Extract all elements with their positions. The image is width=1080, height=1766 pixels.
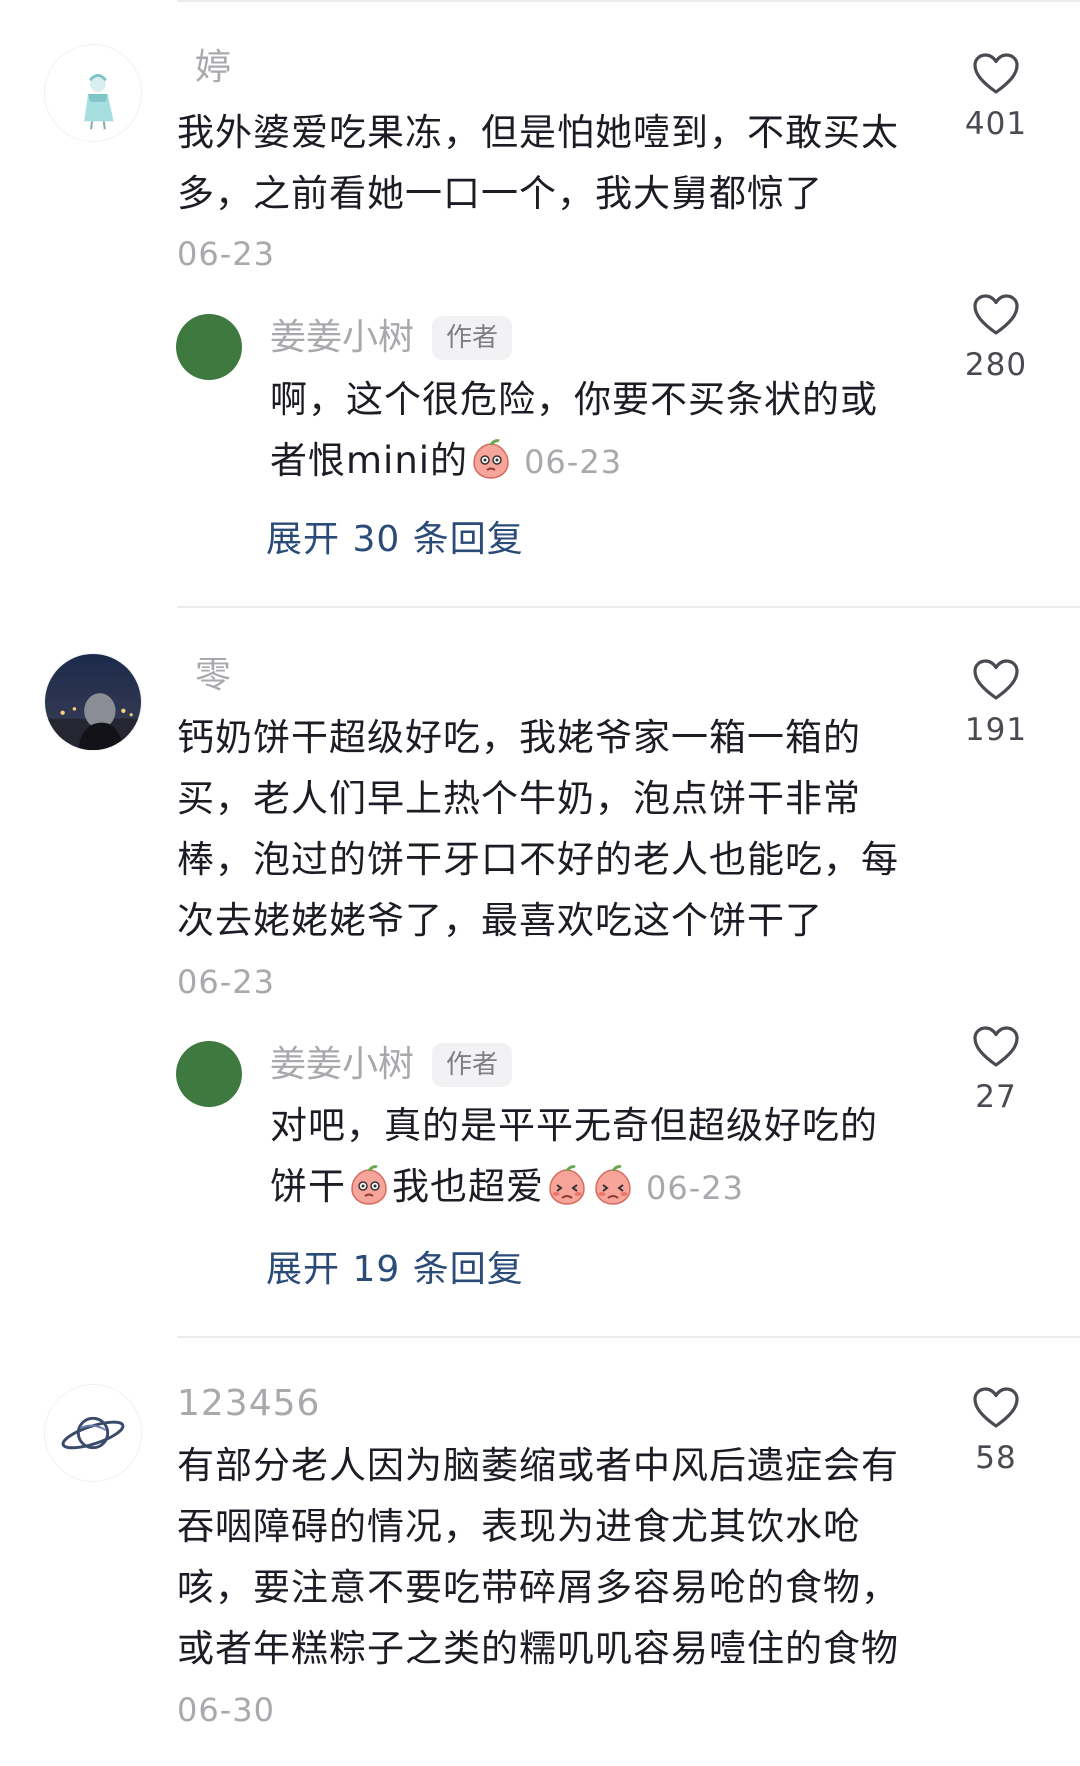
peach-thinking-emoji-icon: [347, 1164, 391, 1208]
peach-shy-emoji-icon: [591, 1164, 635, 1208]
author-badge: 作者: [432, 1043, 513, 1087]
expand-replies-link[interactable]: 展开 19 条回复: [266, 1248, 524, 1292]
reply-text-fragment: 饼干: [270, 1165, 346, 1208]
like-count: 401: [964, 106, 1028, 142]
reply-username[interactable]: 姜姜小树: [270, 316, 414, 360]
night-photo-avatar-icon: [45, 654, 141, 750]
reply-date: 06-23: [524, 443, 623, 481]
peach-shy-emoji-icon: [545, 1164, 589, 1208]
heart-icon: [973, 1387, 1019, 1428]
comment-username[interactable]: 零: [195, 654, 231, 698]
author-badge: 作者: [432, 316, 513, 360]
comment-date: 06-30: [177, 1691, 275, 1729]
expand-replies-link[interactable]: 展开 30 条回复: [266, 518, 524, 562]
comment-username[interactable]: 123456: [177, 1382, 320, 1426]
reply-text-fragment: 者恨mini的: [270, 439, 469, 482]
avatar[interactable]: [44, 44, 142, 142]
reply-text-line: 饼干 我也超爱 06-23: [270, 1156, 930, 1219]
comment-text-line: 棒，泡过的饼干牙口不好的老人也能吃，每: [177, 838, 899, 881]
reply-text: 啊，这个很危险，你要不买条状的或 者恨mini的 06-23: [270, 369, 930, 493]
reply-text-line: 啊，这个很危险，你要不买条状的或: [270, 378, 878, 421]
reply-header: 姜姜小树 作者: [270, 1043, 513, 1087]
like-button[interactable]: 58: [941, 1386, 1051, 1476]
avatar[interactable]: [176, 314, 242, 380]
comment-text-line: 我外婆爱吃果冻，但是怕她噎到，不敢买太: [177, 111, 899, 154]
like-count: 58: [975, 1440, 1017, 1476]
avatar[interactable]: [176, 1041, 242, 1107]
comment-text-line: 次去姥姥姥爷了，最喜欢吃这个饼干了: [177, 899, 823, 942]
reply-username[interactable]: 姜姜小树: [270, 1043, 414, 1087]
comment-text-line: 有部分老人因为脑萎缩或者中风后遗症会有: [177, 1444, 899, 1487]
heart-icon: [973, 53, 1019, 94]
comment-text-line: 买，老人们早上热个牛奶，泡点饼干非常: [177, 777, 861, 820]
avatar[interactable]: [44, 653, 142, 751]
anime-girl-avatar-icon: [45, 45, 141, 141]
like-button[interactable]: 280: [941, 293, 1051, 383]
avatar[interactable]: [44, 1384, 142, 1482]
reply-text-fragment: 我也超爱: [392, 1165, 544, 1208]
comment-text-line: 咳，要注意不要吃带碎屑多容易呛的食物，: [177, 1566, 899, 1609]
divider: [177, 1336, 1080, 1338]
peach-thinking-emoji-icon: [469, 438, 513, 482]
reply-text-line: 对吧，真的是平平无奇但超级好吃的: [270, 1104, 878, 1147]
comment-text-line: 吞咽障碍的情况，表现为进食尤其饮水呛: [177, 1505, 861, 1548]
reply-text: 对吧，真的是平平无奇但超级好吃的 饼干 我也超爱 06-23: [270, 1095, 930, 1219]
comment-text: 钙奶饼干超级好吃，我姥爷家一箱一箱的 买，老人们早上热个牛奶，泡点饼干非常 棒，…: [177, 707, 937, 951]
heart-icon: [973, 1026, 1019, 1067]
comment-text-line: 钙奶饼干超级好吃，我姥爷家一箱一箱的: [177, 716, 861, 759]
like-count: 280: [964, 347, 1028, 383]
planet-avatar-icon: [45, 1385, 141, 1481]
comment-text-line: 或者年糕粽子之类的糯叽叽容易噎住的食物: [177, 1627, 899, 1670]
comment-text: 我外婆爱吃果冻，但是怕她噎到，不敢买太 多，之前看她一口一个，我大舅都惊了: [177, 102, 937, 224]
reply-date: 06-23: [646, 1169, 744, 1207]
like-button[interactable]: 401: [941, 52, 1051, 142]
comment-username[interactable]: 婷: [195, 46, 231, 90]
like-count: 27: [975, 1079, 1017, 1115]
comment-text-line: 多，之前看她一口一个，我大舅都惊了: [177, 172, 823, 215]
comment-date: 06-23: [177, 963, 275, 1001]
comment-date: 06-23: [177, 235, 275, 273]
like-button[interactable]: 27: [941, 1025, 1051, 1115]
heart-icon: [973, 294, 1019, 335]
divider: [177, 0, 1080, 2]
reply-header: 姜姜小树 作者: [270, 316, 513, 360]
like-count: 191: [964, 712, 1028, 748]
comment-text: 有部分老人因为脑萎缩或者中风后遗症会有 吞咽障碍的情况，表现为进食尤其饮水呛 咳…: [177, 1435, 947, 1679]
reply-text-line: 者恨mini的 06-23: [270, 430, 930, 493]
like-button[interactable]: 191: [941, 658, 1051, 748]
heart-icon: [973, 659, 1019, 700]
divider: [177, 606, 1080, 608]
